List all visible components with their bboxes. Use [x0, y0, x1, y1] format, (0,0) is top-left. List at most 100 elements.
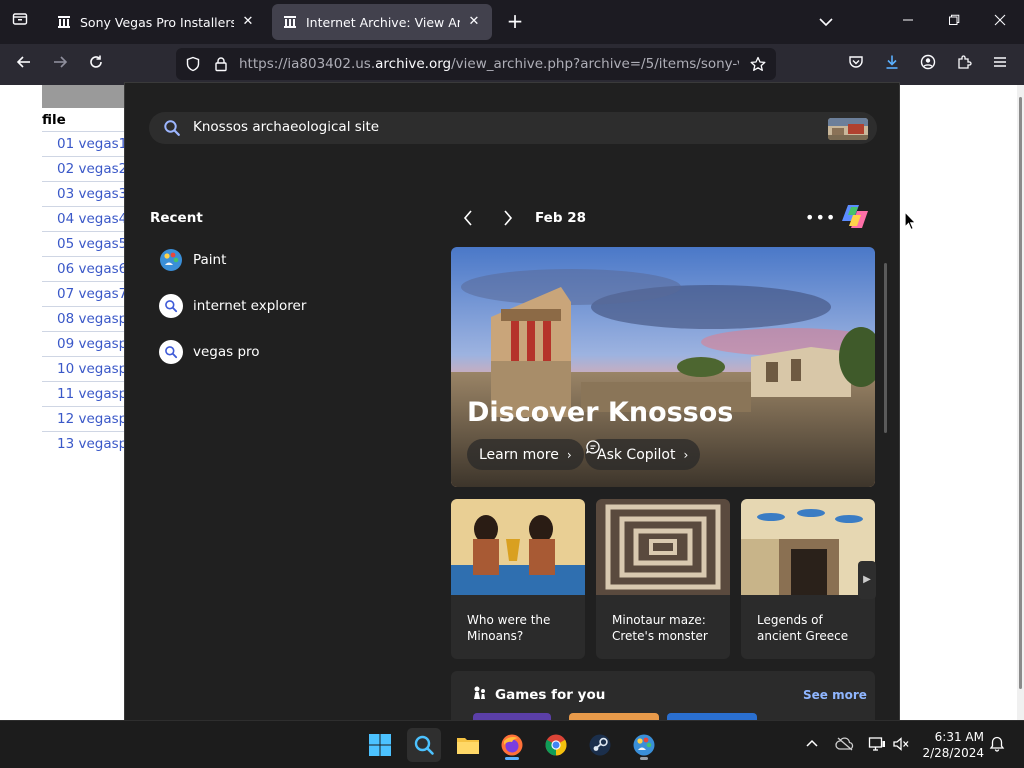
discover-knossos-card[interactable]: Discover Knossos Learn more › Ask Copilo… — [451, 247, 875, 487]
file-link[interactable]: 01 vegas1 — [42, 131, 132, 156]
file-link[interactable]: 06 vegas6 — [42, 256, 132, 281]
file-explorer-button[interactable] — [451, 728, 485, 762]
tab-internet-archive-view[interactable]: Internet Archive: View Archive ✕ — [272, 4, 492, 40]
search-taskbar-button[interactable] — [407, 728, 441, 762]
chat-bubble-icon — [585, 440, 600, 454]
running-indicator — [640, 757, 648, 760]
search-input[interactable]: Knossos archaeological site — [193, 119, 379, 135]
steam-taskbar-button[interactable] — [583, 728, 617, 762]
file-link[interactable]: 09 vegasp — [42, 331, 132, 356]
app-menu-button[interactable] — [987, 52, 1013, 78]
tab-close-icon[interactable]: ✕ — [466, 14, 482, 30]
more-options-button[interactable]: ••• — [805, 208, 836, 227]
minimize-button[interactable] — [896, 10, 920, 34]
url-path: /view_archive.php?archive=/5/items/sony-… — [451, 56, 739, 72]
paint-taskbar-button[interactable] — [627, 728, 661, 762]
firefox-icon — [501, 734, 523, 756]
shield-icon[interactable] — [185, 56, 201, 72]
extensions-button[interactable] — [951, 52, 977, 78]
search-box[interactable]: Knossos archaeological site — [149, 112, 877, 144]
file-link[interactable]: 12 vegasp — [42, 406, 132, 431]
flyout-scrollbar-thumb[interactable] — [884, 263, 887, 433]
card-minoans[interactable]: Who were the Minoans? — [451, 499, 585, 659]
file-link[interactable]: 08 vegasp — [42, 306, 132, 331]
back-button[interactable] — [11, 52, 37, 78]
file-link[interactable]: 13 vegasp — [42, 431, 132, 456]
onedrive-button[interactable] — [834, 733, 856, 755]
pocket-button[interactable] — [843, 52, 869, 78]
notifications-button[interactable] — [986, 733, 1008, 755]
chrome-icon — [545, 734, 567, 756]
file-link[interactable]: 07 vegas7 — [42, 281, 132, 306]
cloud-offline-icon — [835, 737, 854, 751]
account-icon — [920, 54, 936, 70]
volume-button[interactable] — [890, 733, 912, 755]
close-window-button[interactable] — [988, 10, 1012, 34]
mouse-cursor-icon — [904, 211, 917, 231]
url-text[interactable]: https://ia803402.us.archive.org/view_arc… — [239, 56, 739, 72]
ask-copilot-button[interactable]: Ask Copilot › — [585, 439, 701, 470]
archive-favicon-icon — [282, 14, 298, 30]
tab-close-icon[interactable]: ✕ — [240, 14, 256, 30]
search-icon — [414, 735, 434, 755]
steam-icon — [589, 734, 611, 756]
file-link[interactable]: 02 vegas2 — [42, 156, 132, 181]
forward-button[interactable] — [47, 52, 73, 78]
recent-item-label: internet explorer — [193, 298, 307, 314]
copilot-button[interactable] — [839, 201, 871, 233]
chrome-taskbar-button[interactable] — [539, 728, 573, 762]
learn-more-button[interactable]: Learn more › — [467, 439, 584, 470]
running-indicator — [505, 757, 519, 760]
recent-heading: Recent — [150, 210, 203, 226]
see-more-link[interactable]: See more — [803, 688, 867, 702]
download-icon — [886, 55, 898, 69]
minimize-icon — [903, 19, 913, 21]
tab-sony-vegas-installers[interactable]: Sony Vegas Pro Installers 1 - 11 : ✕ — [46, 4, 266, 40]
reload-button[interactable] — [83, 52, 109, 78]
lock-icon[interactable] — [213, 56, 229, 72]
chess-pawn-icon — [474, 686, 485, 699]
flyout-scrollbar[interactable] — [882, 253, 890, 723]
cards-next-button[interactable]: ▶ — [858, 561, 876, 599]
start-button[interactable] — [363, 728, 397, 762]
windows-search-flyout: Knossos archaeological site Recent Paint… — [124, 82, 900, 731]
highlight-next-button[interactable] — [498, 207, 518, 229]
card-legends-greece[interactable]: Legends of ancient Greece — [741, 499, 875, 659]
firefox-view-button[interactable] — [8, 11, 32, 33]
recent-item-vegas-pro[interactable]: vegas pro — [159, 338, 260, 366]
file-link[interactable]: 10 vegasp — [42, 356, 132, 381]
file-link[interactable]: 04 vegas4 — [42, 206, 132, 231]
tab-title: Sony Vegas Pro Installers 1 - 11 : — [80, 14, 234, 30]
firefox-view-icon — [12, 13, 28, 25]
ask-copilot-label: Ask Copilot — [597, 446, 676, 463]
new-tab-button[interactable]: + — [504, 11, 526, 33]
page-scrollbar-thumb[interactable] — [1019, 97, 1022, 689]
restore-button[interactable] — [942, 10, 966, 34]
network-button[interactable] — [866, 733, 888, 755]
card-minotaur-maze[interactable]: Minotaur maze: Crete's monster — [596, 499, 730, 659]
firefox-taskbar-button[interactable] — [495, 728, 529, 762]
copilot-icon — [842, 205, 868, 228]
recent-item-internet-explorer[interactable]: internet explorer — [159, 292, 306, 320]
downloads-button[interactable] — [879, 52, 905, 78]
chevron-left-icon — [463, 210, 472, 226]
file-link[interactable]: 03 vegas3 — [42, 181, 132, 206]
ellipsis-icon: ••• — [805, 208, 837, 227]
file-link[interactable]: 05 vegas5 — [42, 231, 132, 256]
show-hidden-icons-button[interactable] — [801, 733, 823, 755]
reload-icon — [90, 55, 102, 68]
list-all-tabs-button[interactable] — [816, 12, 836, 32]
puzzle-icon — [958, 55, 972, 69]
search-icon — [159, 340, 183, 364]
highlight-previous-button[interactable] — [458, 207, 478, 229]
account-button[interactable] — [915, 52, 941, 78]
navigation-toolbar: https://ia803402.us.archive.org/view_arc… — [0, 44, 1024, 85]
bookmark-star-icon[interactable] — [750, 56, 766, 72]
labyrinth-image — [596, 499, 730, 595]
archive-favicon-icon — [56, 14, 72, 30]
clock[interactable]: 6:31 AM 2/28/2024 — [918, 729, 984, 761]
file-link[interactable]: 11 vegaspr — [42, 381, 132, 406]
recent-item-label: vegas pro — [193, 344, 260, 360]
url-bar[interactable]: https://ia803402.us.archive.org/view_arc… — [176, 48, 776, 80]
recent-item-paint[interactable]: Paint — [159, 246, 226, 274]
